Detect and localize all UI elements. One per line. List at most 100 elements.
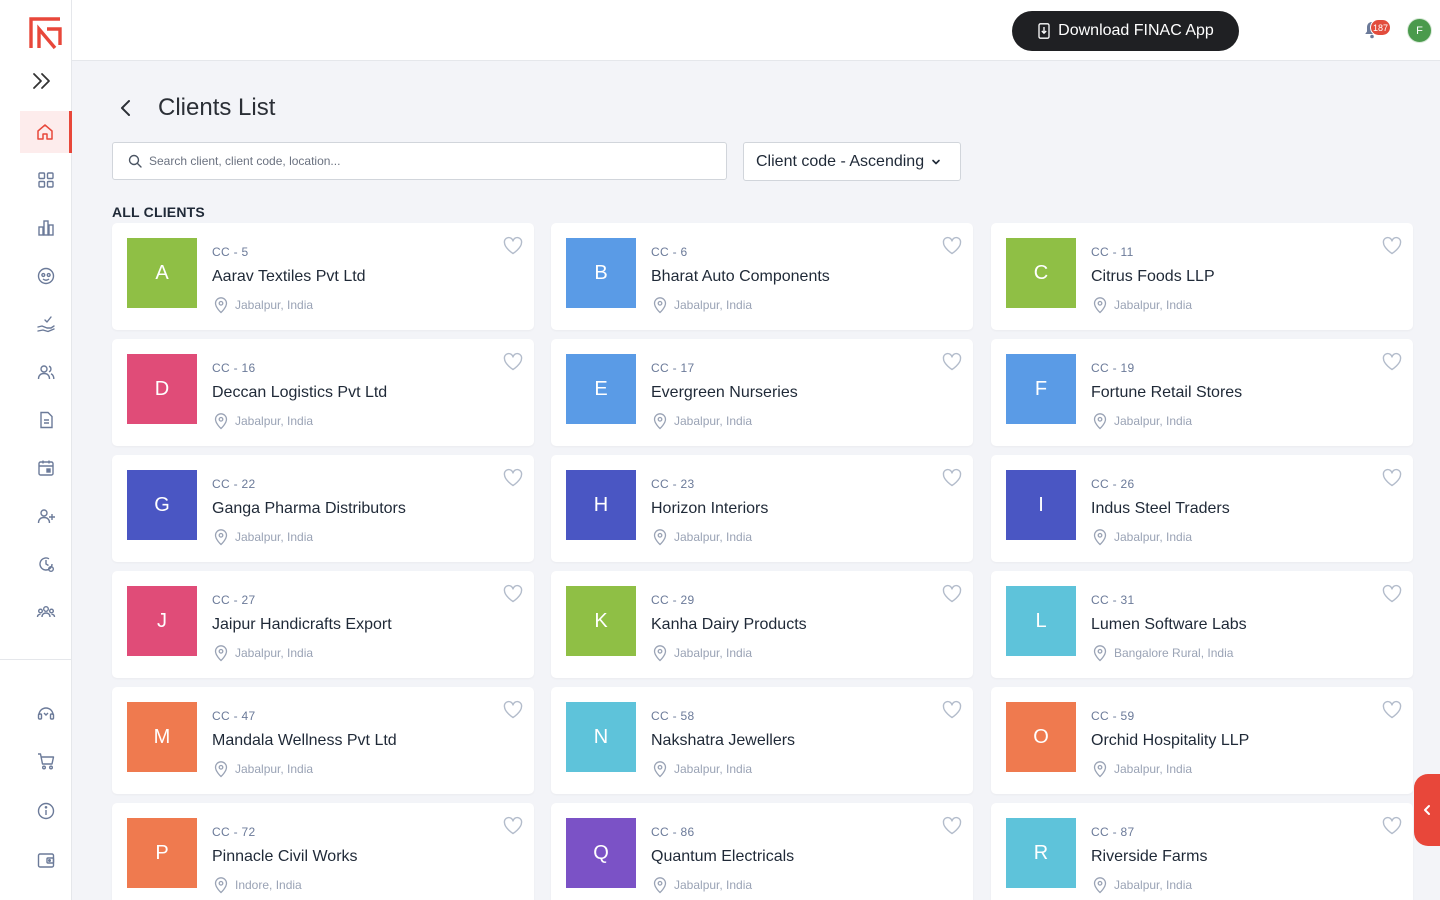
search-input[interactable] [149,154,709,168]
location-pin-icon [653,413,667,430]
client-card[interactable]: C CC - 11 Citrus Foods LLP Jabalpur, India [991,223,1413,330]
heart-icon[interactable] [1381,467,1403,489]
sidebar-item-reports[interactable] [20,207,72,249]
client-card[interactable]: P CC - 72 Pinnacle Civil Works Indore, Indi… [112,803,534,900]
sidebar-item-cart[interactable] [20,740,72,782]
client-location-text: Jabalpur, India [1114,530,1193,544]
heart-icon[interactable] [502,583,524,605]
client-location: Jabalpur, India [212,296,313,314]
client-card[interactable]: D CC - 16 Deccan Logistics Pvt Ltd Jabalpur… [112,339,534,446]
client-card[interactable]: K CC - 29 Kanha Dairy Products Jabalpur, In… [551,571,973,678]
sidebar-item-calendar[interactable] [20,447,72,489]
client-card[interactable]: N CC - 58 Nakshatra Jewellers Jabalpur, Ind… [551,687,973,794]
user-avatar[interactable]: F [1407,18,1432,43]
client-card[interactable]: Q CC - 86 Quantum Electricals Jabalpur, Ind… [551,803,973,900]
heart-icon[interactable] [502,235,524,257]
client-name: Indus Steel Traders [1091,500,1230,517]
hand-check-icon [37,316,55,333]
sidebar-item-clients[interactable] [20,351,72,393]
client-card[interactable]: H CC - 23 Horizon Interiors Jabalpur, India [551,455,973,562]
heart-icon[interactable] [1381,235,1403,257]
heart-icon[interactable] [1381,699,1403,721]
team-icon [36,605,56,618]
client-card[interactable]: B CC - 6 Bharat Auto Components Jabalpur, I… [551,223,973,330]
user-plus-icon [37,509,55,524]
client-location-text: Jabalpur, India [1114,298,1193,312]
location-pin-icon [1093,877,1107,894]
bar-chart-icon [38,220,54,236]
client-name: Ganga Pharma Distributors [212,500,406,517]
home-icon [36,124,53,140]
client-location: Jabalpur, India [651,760,752,778]
location-pin-icon [1093,529,1107,546]
heart-icon[interactable] [941,815,963,837]
client-location: Jabalpur, India [1091,876,1192,894]
back-button[interactable] [112,94,140,122]
client-card[interactable]: A CC - 5 Aarav Textiles Pvt Ltd Jabalpur, I… [112,223,534,330]
finac-logo [29,17,62,50]
chevron-left-icon [121,100,130,116]
sidebar-item-profile[interactable] [20,255,72,297]
client-card[interactable]: J CC - 27 Jaipur Handicrafts Export Jabalpu… [112,571,534,678]
client-card[interactable]: R CC - 87 Riverside Farms Jabalpur, India [991,803,1413,900]
sidebar-item-support[interactable] [20,692,72,734]
client-initial-tile: G [127,470,197,540]
client-location-text: Jabalpur, India [235,646,314,660]
heart-icon[interactable] [941,699,963,721]
client-name: Citrus Foods LLP [1091,268,1215,285]
heart-icon[interactable] [502,351,524,373]
heart-icon[interactable] [941,467,963,489]
client-location-text: Indore, India [235,878,302,892]
client-initial-tile: O [1006,702,1076,772]
client-name: Kanha Dairy Products [651,616,807,633]
client-code: CC - 29 [651,593,695,607]
heart-icon[interactable] [941,351,963,373]
sidebar [0,0,72,900]
heart-icon[interactable] [941,583,963,605]
sidebar-item-dashboard[interactable] [20,159,72,201]
client-location-text: Jabalpur, India [674,414,753,428]
side-panel-toggle[interactable] [1414,774,1440,846]
client-location: Jabalpur, India [1091,528,1192,546]
client-card[interactable]: L CC - 31 Lumen Software Labs Bangalore Rur… [991,571,1413,678]
client-card[interactable]: E CC - 17 Evergreen Nurseries Jabalpur, Ind… [551,339,973,446]
client-card[interactable]: M CC - 47 Mandala Wellness Pvt Ltd Jabalpur… [112,687,534,794]
grid-icon [38,172,54,188]
client-name: Riverside Farms [1091,848,1208,865]
client-name: Fortune Retail Stores [1091,384,1243,401]
sidebar-item-documents[interactable] [20,399,72,441]
heart-icon[interactable] [1381,583,1403,605]
sidebar-item-add-user[interactable] [20,495,72,537]
heart-icon[interactable] [1381,351,1403,373]
sort-dropdown[interactable]: Client code - Ascending [743,142,961,181]
client-card[interactable]: F CC - 19 Fortune Retail Stores Jabalpur, I… [991,339,1413,446]
sidebar-item-info[interactable] [20,790,72,832]
client-location: Jabalpur, India [212,644,313,662]
location-pin-icon [214,645,228,662]
sidebar-item-wallet[interactable] [20,839,72,881]
sidebar-item-approvals[interactable] [20,303,72,345]
client-search[interactable] [112,142,727,180]
client-card[interactable]: G CC - 22 Ganga Pharma Distributors Jabalpu… [112,455,534,562]
client-name: Evergreen Nurseries [651,384,798,401]
download-app-label: Download FINAC App [1058,22,1214,39]
heart-icon[interactable] [941,235,963,257]
client-location: Jabalpur, India [212,528,313,546]
sidebar-item-team[interactable] [20,591,72,633]
heart-icon[interactable] [502,467,524,489]
sidebar-item-history[interactable] [20,543,72,585]
client-card[interactable]: I CC - 26 Indus Steel Traders Jabalpur, Ind… [991,455,1413,562]
heart-icon[interactable] [502,815,524,837]
page-title: Clients List [158,94,276,121]
heart-icon[interactable] [1381,815,1403,837]
download-app-button[interactable]: Download FINAC App [1012,11,1239,51]
client-location: Jabalpur, India [212,412,313,430]
client-card[interactable]: O CC - 59 Orchid Hospitality LLP Jabalpur, … [991,687,1413,794]
client-initial-tile: R [1006,818,1076,888]
client-location: Jabalpur, India [1091,412,1192,430]
sidebar-item-home[interactable] [20,111,72,153]
phone-download-icon [1038,23,1050,39]
expand-sidebar-icon[interactable] [30,69,54,93]
location-pin-icon [653,297,667,314]
heart-icon[interactable] [502,699,524,721]
